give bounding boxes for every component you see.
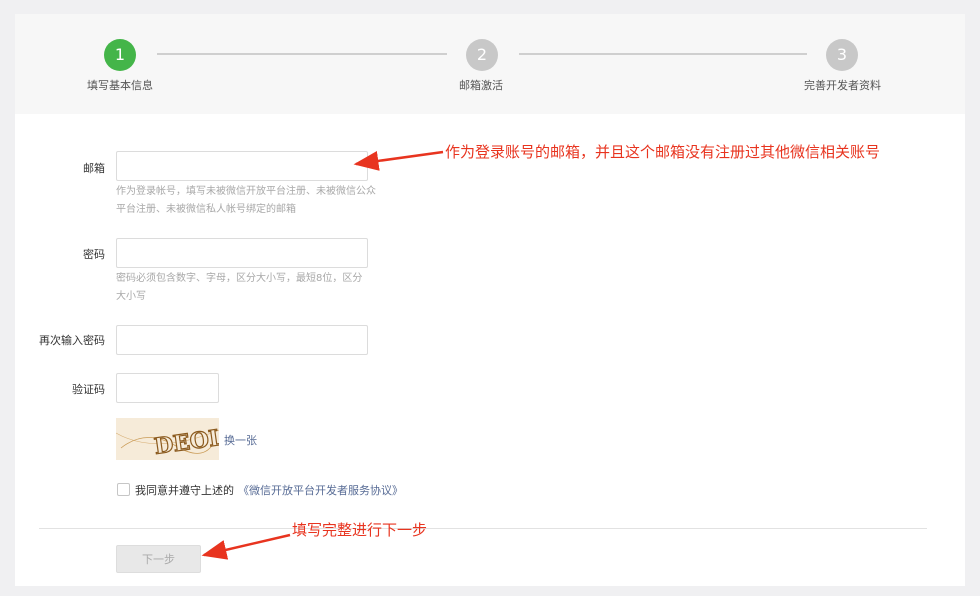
agreement-text: 我同意并遵守上述的 《微信开放平台开发者服务协议》 xyxy=(135,482,403,498)
registration-panel: 1 2 3 填写基本信息 邮箱激活 完善开发者资料 邮箱 作为登录帐号，填写未被… xyxy=(15,14,965,586)
next-step-button[interactable]: 下一步 xyxy=(116,545,201,573)
captcha-image-art: DEOL xyxy=(116,424,219,460)
captcha-label: 验证码 xyxy=(72,383,105,396)
email-field[interactable] xyxy=(116,151,368,181)
step-2-circle: 2 xyxy=(466,39,498,71)
agreement-checkbox[interactable] xyxy=(117,483,130,496)
password-field[interactable] xyxy=(116,238,368,268)
agreement-label: 我同意并遵守上述的 xyxy=(135,484,234,497)
email-label: 邮箱 xyxy=(83,162,105,175)
step-3-label: 完善开发者资料 xyxy=(804,79,881,92)
next-step-annotation: 填写完整进行下一步 xyxy=(292,521,428,539)
email-hint: 作为登录帐号，填写未被微信开放平台注册、未被微信公众平台注册、未被微信私人帐号绑… xyxy=(116,186,376,215)
step-progress-bar: 1 2 3 填写基本信息 邮箱激活 完善开发者资料 xyxy=(15,14,965,114)
email-annotation: 作为登录账号的邮箱，并且这个邮箱没有注册过其他微信相关账号 xyxy=(445,143,881,161)
password-label: 密码 xyxy=(83,248,105,261)
confirm-password-label: 再次输入密码 xyxy=(39,334,105,347)
step-1-circle: 1 xyxy=(104,39,136,71)
captcha-image[interactable]: DEOL xyxy=(116,418,219,460)
confirm-password-field[interactable] xyxy=(116,325,368,355)
step-1-label: 填写基本信息 xyxy=(87,79,153,92)
password-hint: 密码必须包含数字、字母，区分大小写，最短8位，区分大小写 xyxy=(116,273,363,302)
step-connector-2 xyxy=(519,53,807,55)
step-3-circle: 3 xyxy=(826,39,858,71)
agreement-link[interactable]: 《微信开放平台开发者服务协议》 xyxy=(238,484,403,497)
step-2-label: 邮箱激活 xyxy=(459,79,503,92)
captcha-field[interactable] xyxy=(116,373,219,403)
step-connector-1 xyxy=(157,53,447,55)
refresh-captcha-link[interactable]: 换一张 xyxy=(224,432,257,448)
captcha-image-text: DEOL xyxy=(153,424,219,460)
divider xyxy=(39,528,927,529)
